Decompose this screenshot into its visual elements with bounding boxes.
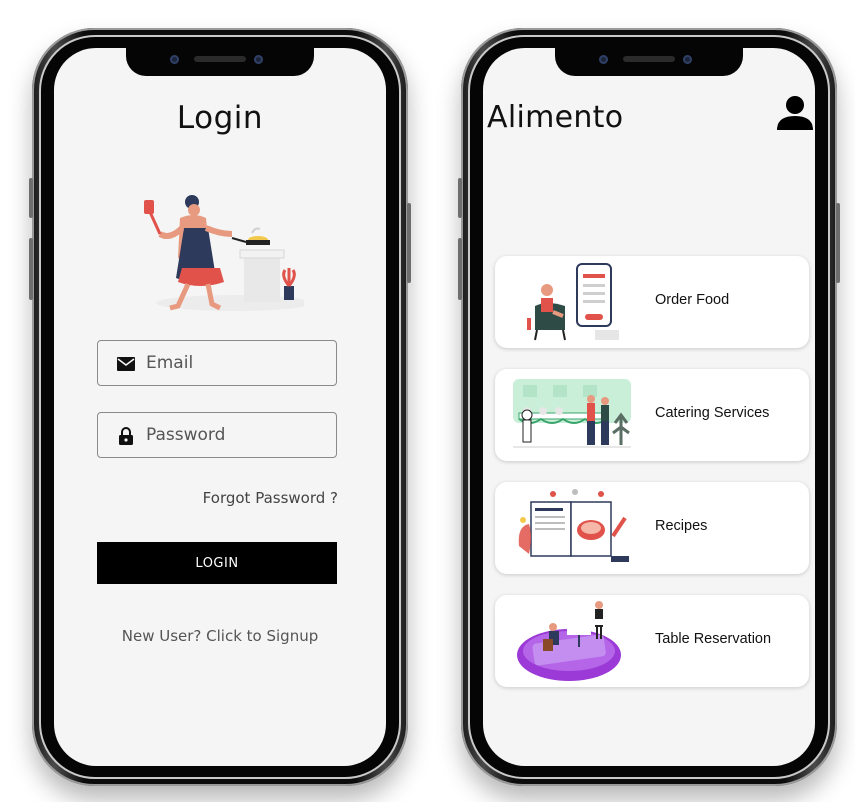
email-placeholder: Email (146, 353, 194, 373)
mute-switch (458, 178, 462, 218)
recipes-card[interactable]: Recipes (495, 482, 809, 574)
power-button (836, 203, 840, 283)
password-field[interactable]: Password (97, 412, 337, 458)
signup-link[interactable]: New User? Click to Signup (54, 627, 386, 645)
table-reservation-illustration (517, 601, 621, 681)
card-label: Recipes (655, 518, 708, 534)
forgot-password-link[interactable]: Forgot Password ? (203, 489, 338, 507)
card-label: Table Reservation (655, 631, 772, 647)
app-title: Alimento (487, 100, 624, 135)
mute-switch (29, 178, 33, 218)
catering-services-card[interactable]: Catering Services (495, 369, 809, 461)
home-phone-frame: Alimento Order Food Catering Services Re… (458, 28, 840, 786)
phone-notch (126, 48, 314, 76)
recipes-illustration (518, 489, 629, 562)
power-button (407, 203, 411, 283)
phone-notch (555, 48, 743, 76)
catering-illustration (513, 379, 631, 448)
login-button[interactable]: LOGIN (97, 542, 337, 584)
order-food-illustration (527, 263, 619, 341)
volume-up-button (458, 238, 462, 300)
lock-icon (119, 427, 133, 445)
card-label: Order Food (655, 292, 730, 308)
volume-up-button (29, 238, 33, 300)
home-screen: Alimento Order Food Catering Services Re… (483, 48, 815, 766)
cooking-woman-illustration (144, 195, 304, 311)
email-field[interactable]: Email (97, 340, 337, 386)
table-reservation-card[interactable]: Table Reservation (495, 595, 809, 687)
mail-icon (117, 357, 135, 371)
card-label: Catering Services (655, 405, 770, 421)
login-screen: Login Email Password Forgot Password ? L… (54, 48, 386, 766)
order-food-card[interactable]: Order Food (495, 256, 809, 348)
page-title: Login (176, 100, 264, 136)
login-phone-frame: Login Email Password Forgot Password ? L… (29, 28, 411, 786)
person-icon[interactable] (775, 94, 815, 132)
password-placeholder: Password (146, 425, 226, 445)
